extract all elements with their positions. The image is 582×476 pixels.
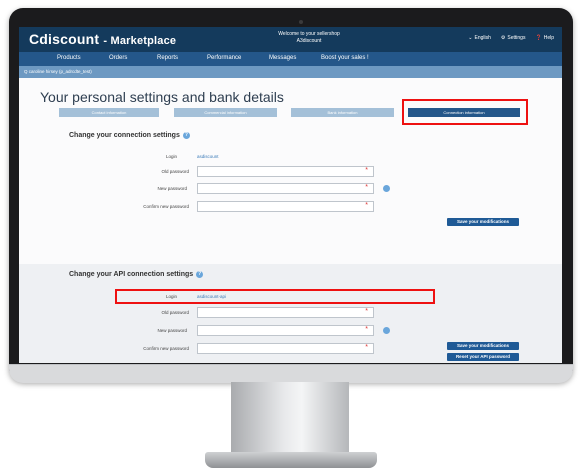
required-mark: * [365,308,368,315]
breadcrumb-text[interactable]: Q caroline hirsey (p_adrcdte_test) [24,69,92,74]
new-password-label: New password [157,186,187,191]
api-title-text: Change your API connection settings [69,271,194,278]
info-icon[interactable]: ? [182,132,190,139]
nav-item-orders[interactable]: Orders [109,55,127,61]
shop-name: A3discount [296,38,322,44]
brand-name: Cdiscount [29,31,100,47]
api-login-value: asdiscount-api [197,294,227,299]
help-link[interactable]: ❓ Help [535,35,554,41]
api-new-password-label: New password [157,328,187,333]
nav-item-boost-sales[interactable]: Boost your sales ! [321,55,369,61]
api-confirm-password-label: Confirm new password [143,346,189,351]
info-icon[interactable]: ? [196,271,204,278]
main-content: Your personal settings and bank details … [19,78,562,363]
tab-commercial-information[interactable]: Commercial information [174,108,277,117]
tab-contact-information[interactable]: Contact information [59,108,159,117]
help-label: Help [543,35,554,41]
monitor-base [205,452,377,468]
settings-link[interactable]: ⚙ Settings [501,35,526,41]
screen: Cdiscount - Marketplace Welcome to your … [19,27,562,363]
api-confirm-password-field[interactable]: * [197,343,374,354]
old-password-label: Old password [161,169,189,174]
main-nav: Products Orders Reports Performance Mess… [19,52,562,66]
settings-label: Settings [507,35,526,41]
nav-item-reports[interactable]: Reports [157,55,178,61]
monitor-stand [231,382,349,454]
api-section-title: Change your API connection settings ? [69,271,204,278]
highlight-box-tab [402,99,528,125]
chevron-down-icon: ⌄ [468,35,473,41]
reset-api-password-button[interactable]: Reset your API password [447,353,519,361]
top-links: ⌄ English ⚙ Settings ❓ Help [468,35,554,41]
api-old-password-label: Old password [161,310,189,315]
api-new-password-field[interactable]: * [197,325,374,336]
required-mark: * [365,202,368,209]
confirm-password-field[interactable]: * [197,201,374,212]
brand-logo[interactable]: Cdiscount - Marketplace [29,31,176,47]
page-title: Your personal settings and bank details [40,89,284,105]
api-save-modifications-button[interactable]: Save your modifications [447,342,519,350]
help-icon: ❓ [535,35,542,41]
top-bar: Cdiscount - Marketplace Welcome to your … [19,27,562,52]
required-mark: * [365,344,368,351]
welcome-line: Welcome to your sellershop [278,31,340,37]
login-value: asdiscount [197,154,219,159]
required-mark: * [365,184,368,191]
breadcrumb: Q caroline hirsey (p_adrcdte_test) [19,66,562,78]
language-selector[interactable]: ⌄ English [468,35,491,41]
confirm-password-label: Confirm new password [143,204,189,209]
welcome-text: Welcome to your sellershop A3discount [249,31,369,45]
connection-section-title: Change your connection settings ? [69,132,190,139]
old-password-field[interactable]: * [197,166,374,177]
required-mark: * [365,167,368,174]
save-modifications-button[interactable]: Save your modifications [447,218,519,226]
brand-subtitle: - Marketplace [103,35,177,47]
required-mark: * [365,326,368,333]
monitor-chin [9,364,573,383]
nav-item-products[interactable]: Products [57,55,81,61]
api-login-label: Login [165,294,177,299]
camera-dot [299,20,303,24]
password-help-icon[interactable] [383,185,390,192]
api-password-help-icon[interactable] [383,327,390,334]
language-label: English [474,35,491,41]
api-old-password-field[interactable]: * [197,307,374,318]
gear-icon: ⚙ [500,35,506,41]
nav-item-performance[interactable]: Performance [207,55,241,61]
login-label: Login [165,154,177,159]
tab-bank-information[interactable]: Bank information [291,108,394,117]
connection-title-text: Change your connection settings [69,132,180,139]
new-password-field[interactable]: * [197,183,374,194]
nav-item-messages[interactable]: Messages [269,55,296,61]
